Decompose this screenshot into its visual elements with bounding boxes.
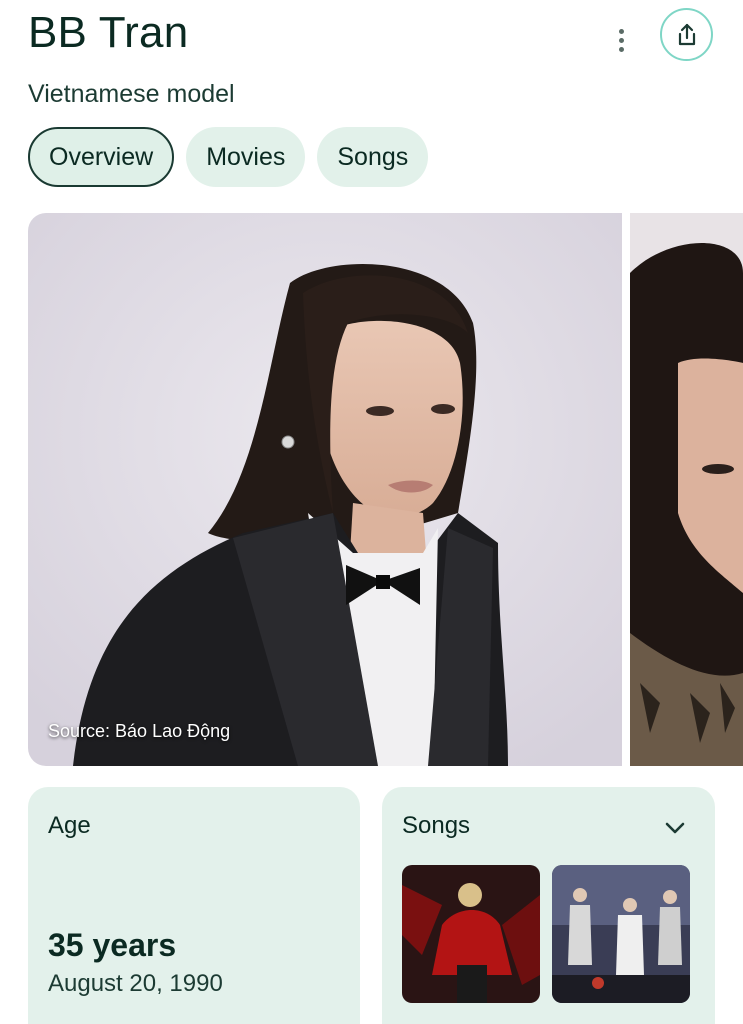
portrait-image (28, 213, 622, 766)
tab-songs[interactable]: Songs (317, 127, 429, 187)
song-thumbnail-image (552, 865, 690, 1003)
age-card[interactable]: Age 35 years August 20, 1990 (28, 787, 360, 1024)
portrait-image-2 (630, 213, 743, 766)
songs-card[interactable]: Songs (382, 787, 715, 1024)
age-value: 35 years (48, 927, 177, 963)
expand-songs-button[interactable] (660, 813, 690, 843)
song-thumbnail[interactable] (402, 865, 540, 1003)
share-button[interactable] (660, 8, 713, 61)
image-source-caption: Source: Báo Lao Động (48, 721, 231, 741)
song-thumbnail[interactable] (552, 865, 690, 1003)
tab-bar: Overview Movies Songs (28, 127, 429, 187)
chevron-down-icon (665, 822, 685, 834)
share-icon (678, 23, 695, 45)
birth-date: August 20, 1990 (48, 970, 223, 997)
songs-label: Songs (402, 812, 471, 839)
page-title: BB Tran (28, 8, 189, 57)
song-thumbnail-image (402, 865, 540, 1003)
more-vert-icon (618, 28, 624, 34)
age-label: Age (48, 812, 91, 839)
more-options-button[interactable] (604, 20, 638, 60)
page-subtitle: Vietnamese model (28, 80, 235, 108)
tab-overview[interactable]: Overview (28, 127, 175, 187)
main-photo[interactable]: Source: Báo Lao Động (28, 213, 622, 766)
tab-movies[interactable]: Movies (186, 127, 306, 187)
next-photo[interactable] (630, 213, 743, 766)
